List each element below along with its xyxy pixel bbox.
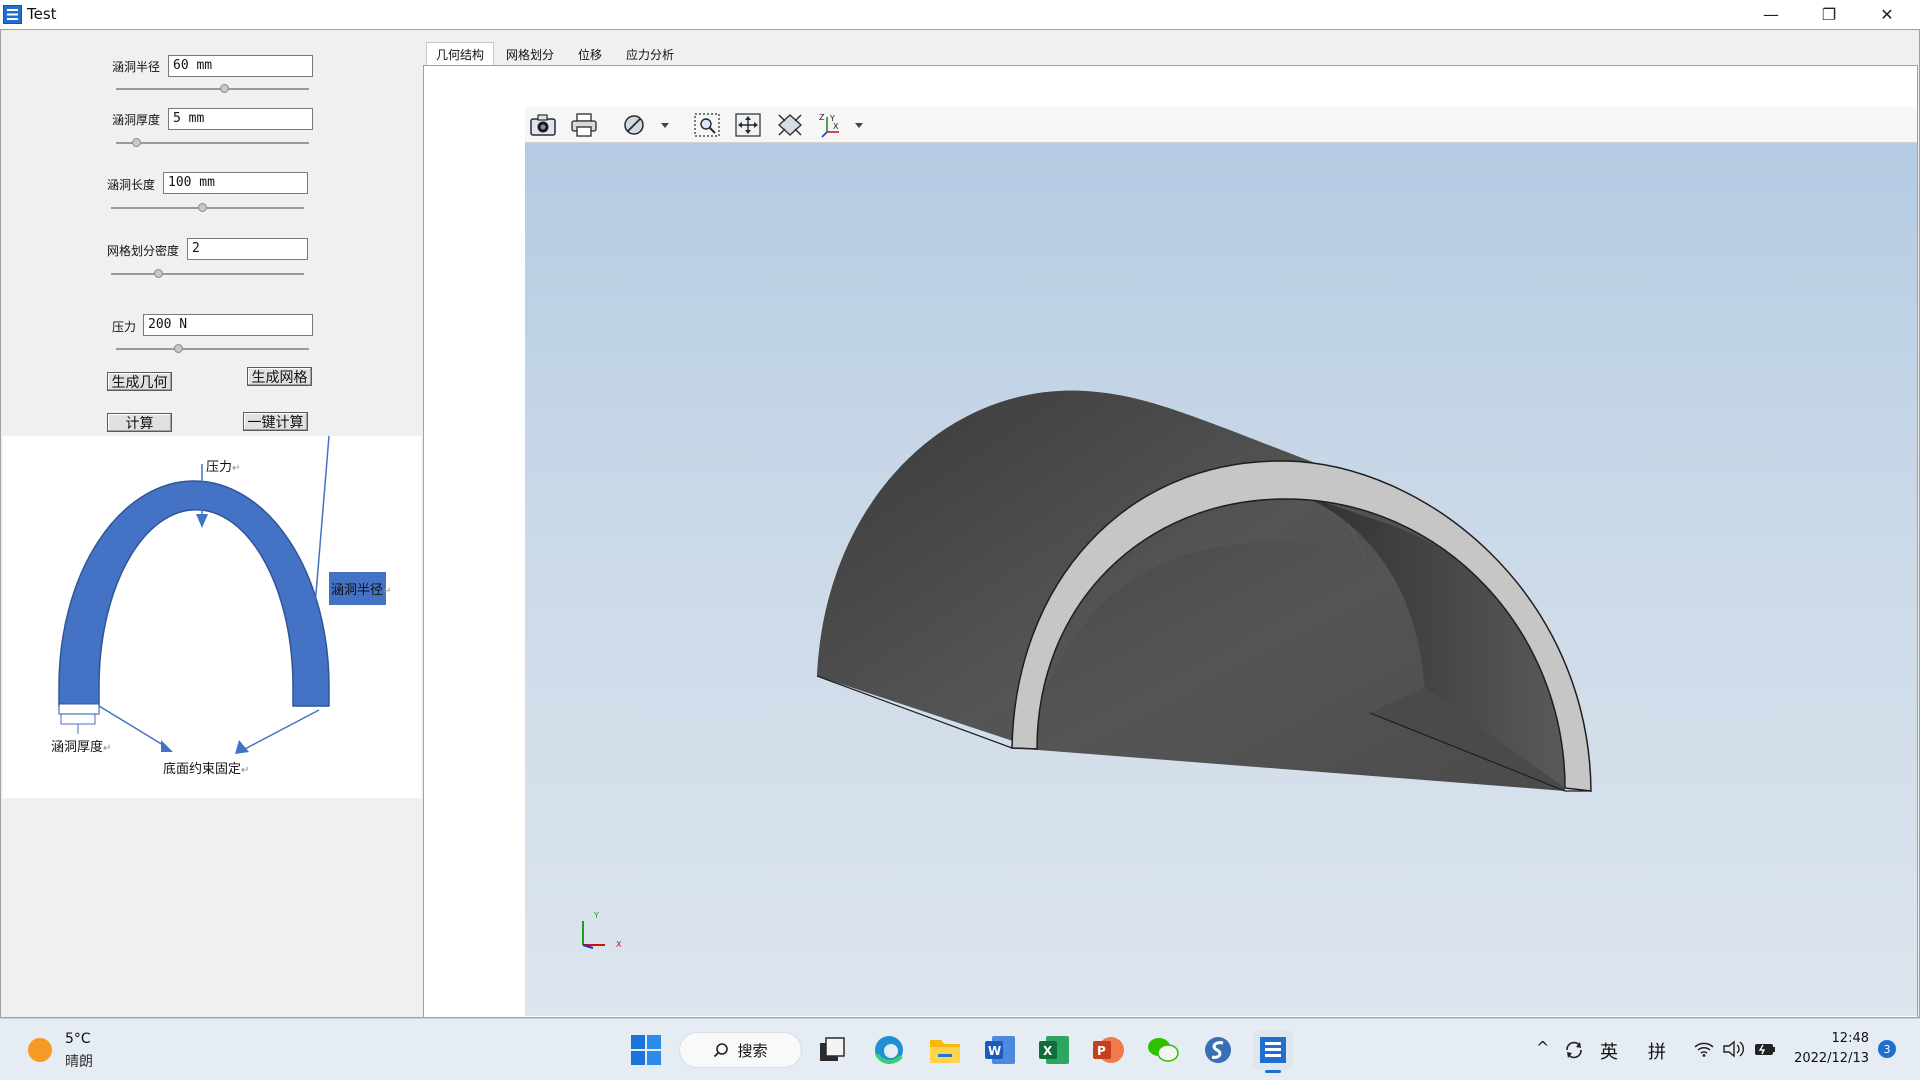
one-click-compute-button[interactable]: 一键计算 <box>243 412 308 431</box>
minimize-button[interactable]: — <box>1742 0 1800 29</box>
mesh-density-slider-thumb[interactable] <box>154 269 163 278</box>
close-button[interactable]: ✕ <box>1858 0 1916 29</box>
zoom-window-icon[interactable] <box>692 111 722 139</box>
title-bar: Test — ❐ ✕ <box>0 0 1920 29</box>
wechat-icon[interactable] <box>1143 1030 1183 1070</box>
radius-slider-thumb[interactable] <box>220 84 229 93</box>
file-explorer-icon[interactable] <box>925 1030 965 1070</box>
display-mode-icon[interactable] <box>621 111 671 139</box>
edge-icon[interactable] <box>869 1030 909 1070</box>
fixed-support-caption: 底面约束固定↵ <box>163 762 250 777</box>
svg-text:P: P <box>1097 1044 1106 1058</box>
weather-temp[interactable]: 5°C <box>65 1031 91 1047</box>
sync-icon[interactable] <box>1563 1039 1585 1061</box>
excel-icon[interactable]: X <box>1034 1030 1074 1070</box>
weather-desc[interactable]: 晴朗 <box>65 1051 93 1071</box>
task-view-icon[interactable] <box>812 1030 852 1070</box>
taskbar-search-box[interactable]: 搜索 <box>679 1032 802 1068</box>
length-slider[interactable] <box>111 207 304 209</box>
tab-stress-analysis[interactable]: 应力分析 <box>618 42 682 66</box>
show-hidden-icons-icon[interactable]: ^ <box>1536 1038 1549 1057</box>
search-label: 搜索 <box>737 1041 768 1060</box>
pressure-label: 压力 <box>112 320 137 334</box>
generate-geometry-button[interactable]: 生成几何 <box>107 372 172 391</box>
mesh-density-label: 网格划分密度 <box>107 244 180 258</box>
pressure-slider[interactable] <box>116 348 309 350</box>
triad-x-label: X <box>616 940 622 949</box>
svg-text:X: X <box>833 122 839 131</box>
radius-label: 涵洞半径 <box>112 60 161 74</box>
weather-sun-icon[interactable] <box>28 1038 52 1062</box>
thickness-label: 涵洞厚度 <box>112 113 161 127</box>
pressure-input[interactable]: 200 N <box>143 314 313 336</box>
mesh-density-input[interactable]: 2 <box>187 238 308 260</box>
triad-y-label: Y <box>594 911 599 920</box>
clock-date[interactable]: 2022/12/13 <box>1793 1051 1869 1066</box>
tab-displacement[interactable]: 位移 <box>568 42 612 66</box>
thickness-slider[interactable] <box>116 142 309 144</box>
thickness-input[interactable]: 5 mm <box>168 108 313 130</box>
axis-view-icon[interactable]: YXZ <box>818 111 866 139</box>
radius-slider[interactable] <box>116 88 309 90</box>
test-app-icon[interactable] <box>1253 1030 1293 1070</box>
radius-input[interactable]: 60 mm <box>168 55 313 77</box>
window-title: Test <box>27 5 57 23</box>
svg-text:X: X <box>1043 1044 1053 1058</box>
active-app-indicator <box>1265 1070 1281 1073</box>
ime-mode[interactable]: 拼 <box>1648 1038 1666 1064</box>
pressure-caption: 压力↵ <box>206 460 241 475</box>
restore-button[interactable]: ❐ <box>1800 0 1858 29</box>
tab-mesh[interactable]: 网格划分 <box>498 42 562 66</box>
ime-language[interactable]: 英 <box>1600 1038 1618 1064</box>
app-icon <box>3 5 22 24</box>
length-input[interactable]: 100 mm <box>163 172 308 194</box>
word-icon[interactable]: W <box>980 1030 1020 1070</box>
length-label: 涵洞长度 <box>107 178 156 192</box>
powerpoint-icon[interactable]: P <box>1088 1030 1128 1070</box>
culvert-diagram: 压力↵ 涵洞半径↵ 涵洞厚度↵ 底面约束固定↵ <box>3 436 421 798</box>
volume-icon[interactable] <box>1723 1040 1745 1058</box>
start-icon[interactable] <box>626 1030 666 1070</box>
app-s-icon[interactable] <box>1198 1030 1238 1070</box>
svg-text:W: W <box>988 1044 1001 1058</box>
print-icon[interactable] <box>569 111 599 139</box>
battery-icon[interactable] <box>1754 1041 1776 1057</box>
thickness-caption: 涵洞厚度↵ <box>51 740 112 755</box>
mesh-density-slider[interactable] <box>111 273 304 275</box>
pan-icon[interactable] <box>733 111 763 139</box>
length-slider-thumb[interactable] <box>198 203 207 212</box>
radius-caption: 涵洞半径↵ <box>331 583 392 598</box>
svg-text:Z: Z <box>819 113 825 122</box>
culvert-3d-model <box>816 390 1592 792</box>
camera-icon[interactable] <box>528 111 558 139</box>
pressure-slider-thumb[interactable] <box>174 344 183 353</box>
tab-geometry[interactable]: 几何结构 <box>426 42 494 66</box>
thickness-slider-thumb[interactable] <box>132 138 141 147</box>
search-icon <box>714 1043 729 1058</box>
wifi-icon[interactable] <box>1694 1041 1714 1057</box>
3d-viewport[interactable]: Y X <box>525 143 1917 1016</box>
notification-badge[interactable]: 3 <box>1878 1040 1896 1058</box>
fit-all-icon[interactable] <box>775 111 805 139</box>
generate-mesh-button[interactable]: 生成网格 <box>247 367 312 386</box>
compute-button[interactable]: 计算 <box>107 413 172 432</box>
clock-time[interactable]: 12:48 <box>1829 1031 1869 1046</box>
